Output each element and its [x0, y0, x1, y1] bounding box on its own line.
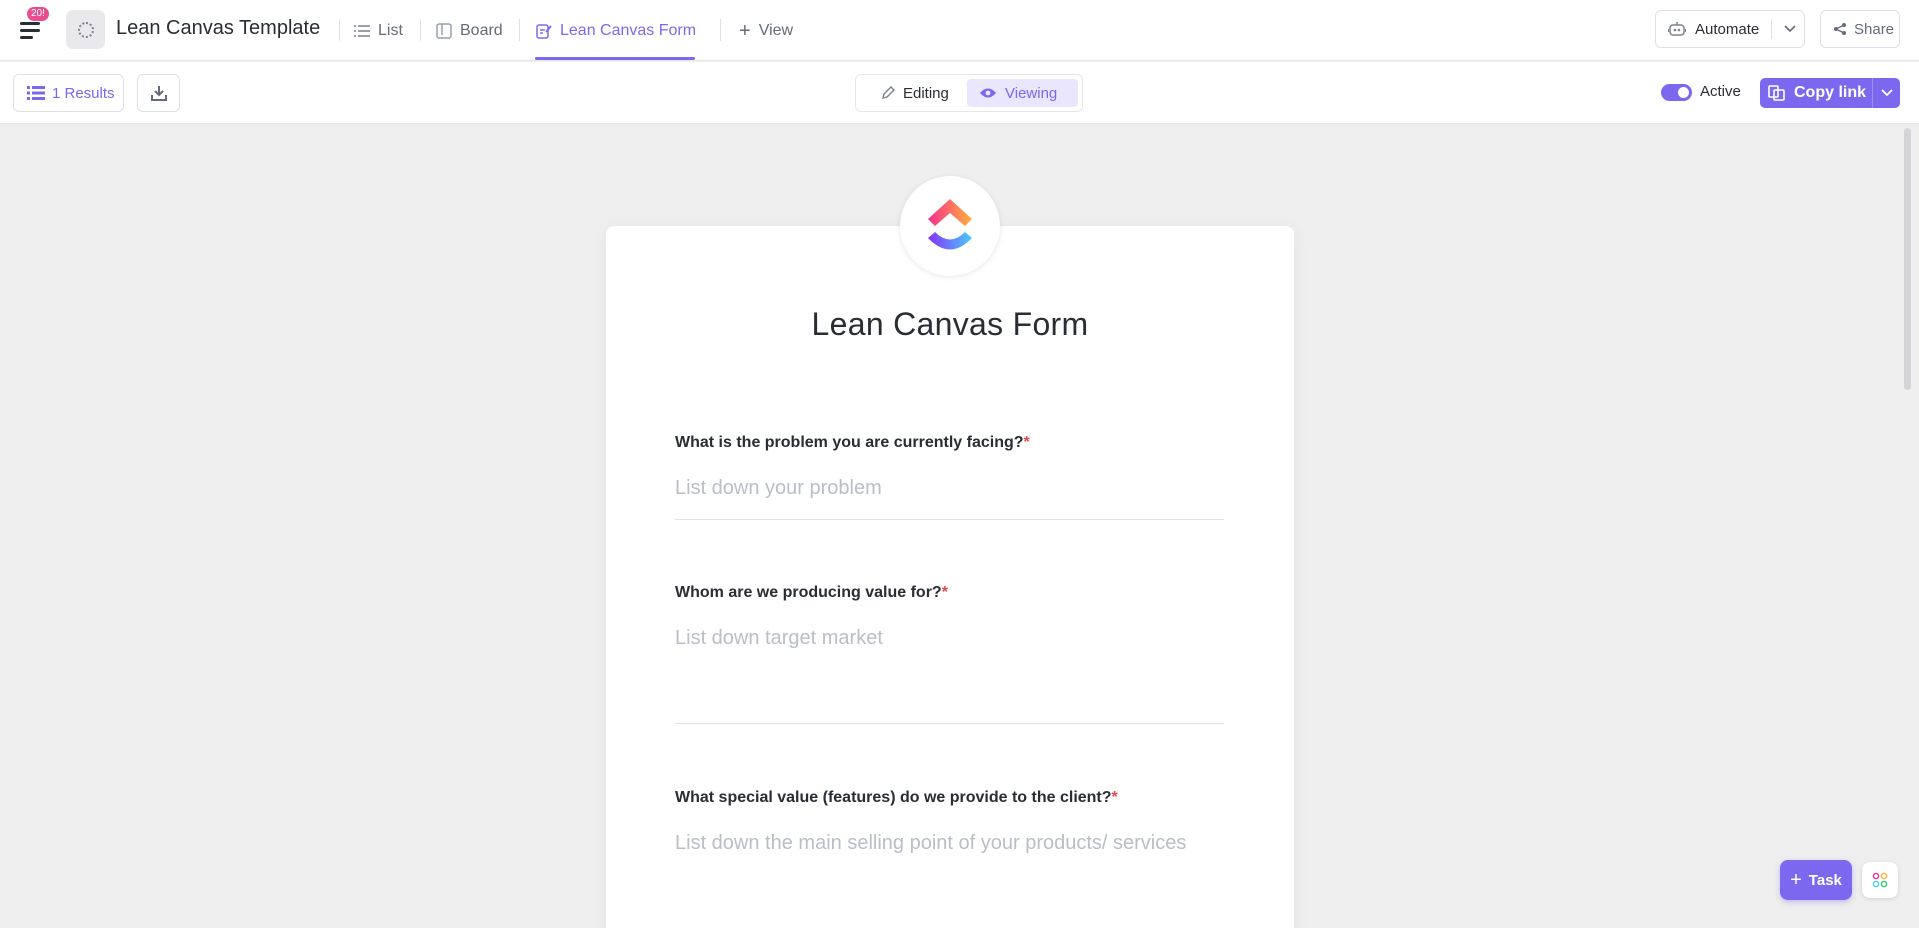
- share-label: Share: [1854, 20, 1895, 38]
- form-icon: [536, 24, 552, 39]
- add-view-label: View: [758, 22, 794, 39]
- question-label: What is the problem you are currently fa…: [675, 434, 1030, 452]
- chevron-down-icon[interactable]: [1784, 25, 1796, 33]
- automate-label: Automate: [1695, 20, 1760, 38]
- tab-lean-canvas-form[interactable]: Lean Canvas Form: [536, 19, 696, 43]
- apps-button[interactable]: [1862, 862, 1898, 898]
- top-header: 20! Lean Canvas Template List Board Lean…: [0, 0, 1919, 61]
- copy-link-button[interactable]: Copy link: [1760, 78, 1900, 108]
- tab-label: List: [378, 22, 403, 39]
- divider: [720, 19, 721, 41]
- editing-label: Editing: [903, 84, 949, 102]
- question-text: What is the problem you are currently fa…: [675, 434, 1024, 451]
- apps-grid-icon: [1872, 872, 1888, 888]
- robot-icon: [1668, 22, 1686, 36]
- clickup-logo-icon: [900, 176, 1000, 276]
- pencil-icon: [882, 86, 895, 99]
- mode-switcher: Editing Viewing: [855, 74, 1083, 112]
- viewing-label: Viewing: [1005, 84, 1058, 102]
- question-label: What special value (features) do we prov…: [675, 789, 1118, 807]
- active-toggle-label: Active: [1700, 83, 1741, 100]
- space-avatar-icon[interactable]: [66, 10, 105, 49]
- form-title: Lean Canvas Form: [811, 306, 1089, 342]
- download-icon: [150, 86, 167, 101]
- divider: [339, 19, 340, 41]
- input-underline: [675, 519, 1224, 520]
- question-label: Whom are we producing value for?*: [675, 584, 948, 602]
- divider: [1771, 19, 1772, 39]
- notification-badge: 20!: [27, 7, 49, 21]
- input-underline: [675, 723, 1224, 724]
- tab-label: Lean Canvas Form: [560, 22, 697, 39]
- required-marker: *: [1111, 789, 1118, 806]
- copy-icon: [1768, 85, 1785, 101]
- form-toolbar: 1 Results Editing Viewing Active Copy li…: [0, 62, 1919, 124]
- target-market-input[interactable]: List down target market: [675, 627, 883, 650]
- results-button[interactable]: 1 Results: [13, 74, 124, 112]
- required-marker: *: [941, 584, 948, 601]
- divider: [519, 19, 520, 41]
- features-input[interactable]: List down the main selling point of your…: [675, 832, 1186, 855]
- active-tab-indicator: [535, 57, 695, 60]
- divider: [420, 19, 421, 41]
- eye-icon: [980, 88, 996, 98]
- list-icon: [27, 86, 45, 100]
- question-text: What special value (features) do we prov…: [675, 789, 1112, 806]
- active-toggle[interactable]: [1661, 84, 1692, 101]
- automate-button[interactable]: Automate: [1655, 10, 1805, 48]
- share-icon: [1834, 23, 1846, 35]
- copy-link-options[interactable]: [1872, 78, 1900, 108]
- question-text: Whom are we producing value for?: [675, 584, 942, 601]
- page-title[interactable]: Lean Canvas Template: [116, 17, 320, 40]
- plus-icon: +: [739, 19, 751, 42]
- tab-list[interactable]: List: [354, 19, 403, 43]
- tab-board[interactable]: Board: [436, 19, 503, 43]
- tab-label: Board: [460, 22, 503, 39]
- download-button[interactable]: [137, 74, 180, 112]
- add-task-button[interactable]: + Task: [1780, 860, 1852, 900]
- list-icon: [354, 25, 370, 37]
- results-label: 1 Results: [52, 84, 115, 102]
- editing-mode-button[interactable]: Editing: [869, 79, 961, 107]
- share-button[interactable]: Share: [1820, 10, 1900, 48]
- hamburger-menu-icon[interactable]: [18, 18, 46, 42]
- page-scrollbar[interactable]: [1904, 128, 1911, 390]
- copy-link-label: Copy link: [1794, 84, 1867, 101]
- plus-icon: +: [1790, 868, 1802, 891]
- task-label: Task: [1808, 871, 1842, 889]
- problem-input[interactable]: List down your problem: [675, 477, 882, 500]
- add-view-button[interactable]: + View: [739, 19, 793, 43]
- chevron-down-icon: [1880, 89, 1893, 97]
- viewing-mode-button[interactable]: Viewing: [967, 79, 1078, 107]
- board-icon: [436, 23, 452, 39]
- required-marker: *: [1023, 434, 1030, 451]
